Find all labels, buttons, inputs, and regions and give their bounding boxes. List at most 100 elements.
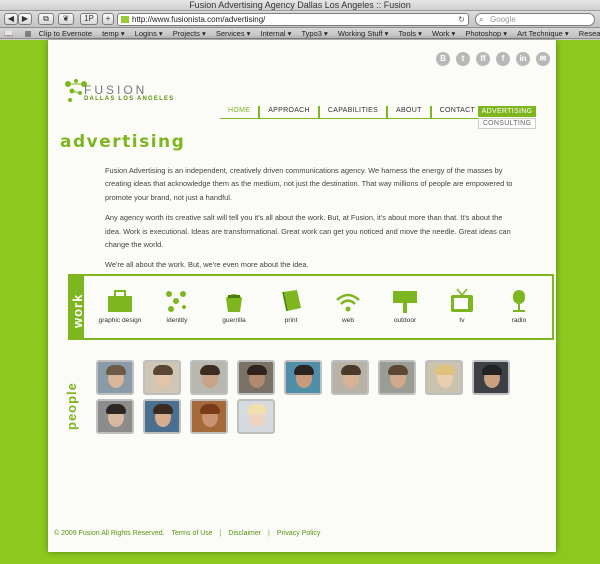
- flickr-icon[interactable]: ff: [476, 52, 490, 66]
- nav-approach[interactable]: APPROACH: [260, 106, 320, 118]
- work-item-label: guerrilla: [222, 317, 246, 324]
- logo-tagline: DALLAS LOS ANGELES: [84, 96, 175, 102]
- url-text: http://www.fusionista.com/advertising/: [132, 15, 266, 24]
- back-button[interactable]: ◀: [4, 13, 18, 25]
- work-item-label: graphic design: [98, 317, 142, 324]
- briefcase-icon: [108, 290, 132, 312]
- add-bookmark-button[interactable]: +: [102, 13, 114, 25]
- work-radio[interactable]: radio: [495, 288, 543, 324]
- microphone-icon: [513, 290, 525, 312]
- person-photo[interactable]: [331, 360, 369, 395]
- bookmark-item[interactable]: Tools ▾: [399, 28, 422, 38]
- onepassword-button[interactable]: 1P: [80, 13, 98, 25]
- blog-icon[interactable]: B: [436, 52, 450, 66]
- person-photo[interactable]: [378, 360, 416, 395]
- bookmark-item[interactable]: temp ▾: [102, 28, 125, 38]
- work-item-label: outdoor: [393, 317, 417, 324]
- people-label: people: [64, 382, 79, 430]
- bookmarks-bar: 📖 ▦ Clip to Evernote temp ▾ Logins ▾ Pro…: [0, 28, 600, 39]
- nav-contact[interactable]: CONTACT: [432, 106, 483, 118]
- evernote-icon[interactable]: ❦: [58, 13, 74, 25]
- person-photo[interactable]: [190, 360, 228, 395]
- work-item-label: radio: [511, 317, 527, 324]
- wifi-icon: [336, 293, 360, 312]
- work-item-label: tv: [459, 317, 465, 324]
- facebook-icon[interactable]: f: [496, 52, 510, 66]
- footer-divider: |: [268, 530, 270, 537]
- work-web[interactable]: web: [324, 288, 372, 324]
- logo-name: FUSION: [84, 83, 148, 97]
- footer: © 2009 Fusion All Rights Reserved. Terms…: [54, 530, 325, 537]
- paragraph: We're all about the work. But, we're eve…: [105, 260, 309, 270]
- person-photo[interactable]: [96, 399, 134, 434]
- url-field[interactable]: http://www.fusionista.com/advertising/ ↻: [117, 13, 469, 26]
- search-icon: ⌕: [479, 15, 484, 24]
- person-photo[interactable]: [237, 399, 275, 434]
- bookmark-item[interactable]: Art Technique ▾: [517, 28, 569, 38]
- tv-icon: [451, 288, 473, 312]
- work-identity[interactable]: identity: [153, 288, 201, 324]
- bookmark-item[interactable]: Clip to Evernote: [39, 28, 92, 38]
- bookmark-item[interactable]: Logins ▾: [135, 28, 163, 38]
- forward-button[interactable]: ▶: [18, 13, 32, 25]
- fusion-dots-icon: [166, 291, 186, 312]
- nav-about[interactable]: ABOUT: [388, 106, 432, 118]
- bookmark-item[interactable]: Work ▾: [432, 28, 455, 38]
- copyright-text: © 2009 Fusion All Rights Reserved.: [54, 530, 165, 537]
- person-photo[interactable]: [284, 360, 322, 395]
- page-title: advertising: [60, 132, 186, 152]
- content-paper: B t ff f in ✉ FUSION DALLAS LOS ANGELES …: [48, 40, 556, 552]
- main-nav: HOME APPROACH CAPABILITIES ABOUT CONTACT: [220, 106, 483, 118]
- window-title: Fusion Advertising Agency Dallas Los Ang…: [0, 0, 600, 11]
- browser-toolbar: ◀ ▶ ⧉ ❦ 1P + http://www.fusionista.com/a…: [0, 11, 600, 28]
- search-placeholder: Google: [490, 15, 516, 24]
- email-icon[interactable]: ✉: [536, 52, 550, 66]
- work-outdoor[interactable]: outdoor: [381, 288, 429, 324]
- privacy-link[interactable]: Privacy Policy: [277, 530, 321, 537]
- work-graphic-design[interactable]: graphic design: [96, 288, 144, 324]
- billboard-icon: [393, 291, 417, 313]
- person-photo[interactable]: [190, 399, 228, 434]
- reload-icon[interactable]: ↻: [458, 14, 465, 25]
- terms-link[interactable]: Terms of Use: [171, 530, 212, 537]
- bookmark-item[interactable]: Internal ▾: [261, 28, 292, 38]
- guerrilla-face-icon: [226, 294, 242, 312]
- social-links: B t ff f in ✉: [436, 52, 550, 66]
- bookmark-item[interactable]: Services ▾: [216, 28, 251, 38]
- person-photo[interactable]: [96, 360, 134, 395]
- bookmarks-icon[interactable]: 📖: [4, 28, 13, 38]
- paragraph: Fusion Advertising is an independent, cr…: [105, 166, 513, 202]
- person-photo[interactable]: [143, 360, 181, 395]
- book-icon: [282, 290, 301, 312]
- search-input[interactable]: ⌕ Google: [475, 13, 595, 26]
- work-item-label: web: [341, 317, 355, 324]
- nav-home[interactable]: HOME: [220, 106, 261, 118]
- bookmark-item[interactable]: Research ▾: [579, 28, 600, 38]
- nav-advertising[interactable]: ADVERTISING: [478, 106, 536, 117]
- work-item-label: identity: [166, 317, 188, 324]
- nav-capabilities[interactable]: CAPABILITIES: [320, 106, 389, 118]
- person-photo[interactable]: [237, 360, 275, 395]
- tabs-icon[interactable]: ⧉: [38, 13, 54, 25]
- paragraph: Any agency worth its creative salt will …: [105, 213, 511, 250]
- bookmark-item[interactable]: Photoshop ▾: [465, 28, 507, 38]
- nav-consulting[interactable]: CONSULTING: [478, 118, 536, 129]
- person-photo[interactable]: [425, 360, 463, 395]
- work-guerrilla[interactable]: guerrilla: [210, 288, 258, 324]
- bookmark-item[interactable]: Working Stuff ▾: [338, 28, 389, 38]
- person-photo[interactable]: [143, 399, 181, 434]
- work-print[interactable]: print: [267, 288, 315, 324]
- grid-icon[interactable]: ▦: [24, 28, 31, 38]
- twitter-icon[interactable]: t: [456, 52, 470, 66]
- work-item-label: print: [284, 317, 298, 324]
- favicon-icon: [121, 16, 129, 23]
- work-tv[interactable]: tv: [438, 288, 486, 324]
- bookmark-item[interactable]: Projects ▾: [173, 28, 206, 38]
- work-label: work: [70, 293, 85, 328]
- bookmark-item[interactable]: Typo3 ▾: [301, 28, 327, 38]
- linkedin-icon[interactable]: in: [516, 52, 530, 66]
- disclaimer-link[interactable]: Disclaimer: [228, 530, 261, 537]
- person-photo[interactable]: [472, 360, 510, 395]
- page-background: B t ff f in ✉ FUSION DALLAS LOS ANGELES …: [0, 40, 600, 564]
- footer-divider: |: [219, 530, 222, 537]
